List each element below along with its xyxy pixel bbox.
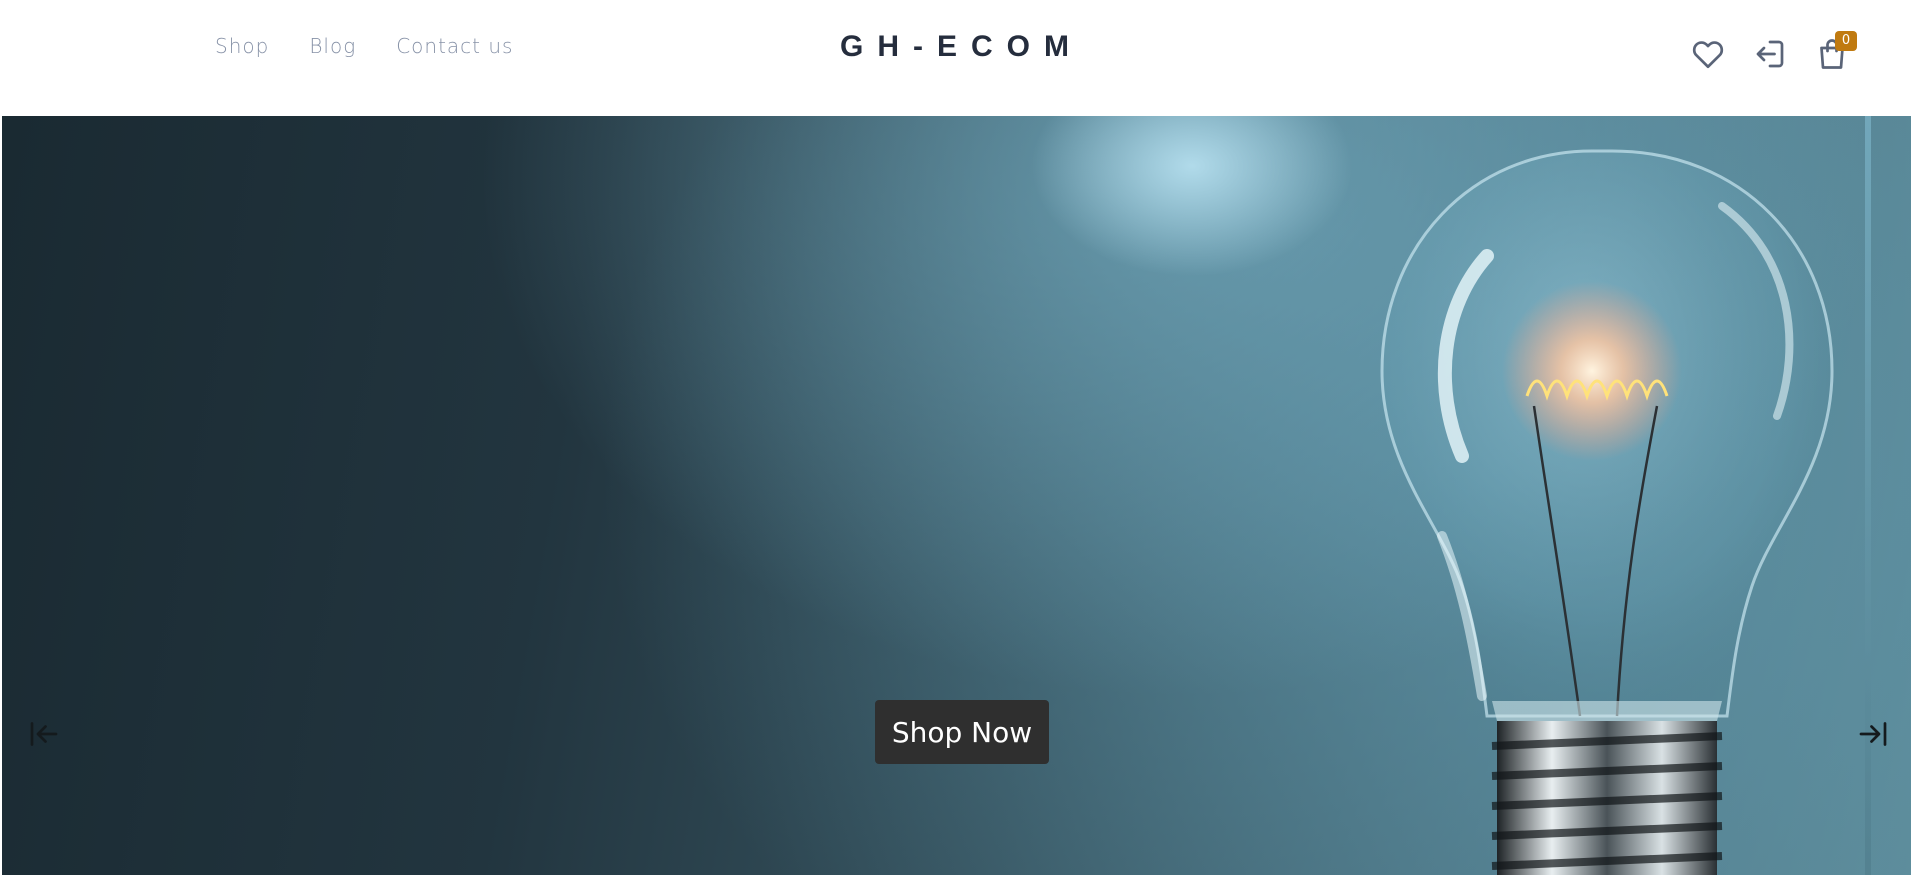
cart-count-badge: 0: [1835, 31, 1857, 51]
nav-link-contact[interactable]: Contact us: [396, 34, 513, 58]
site-header: Shop Blog Contact us GH-ECOM 0: [0, 0, 1911, 116]
login-button[interactable]: [1751, 34, 1789, 74]
main-nav: Shop Blog Contact us: [215, 34, 553, 58]
carousel-next-button[interactable]: [1855, 716, 1891, 752]
brand-logo[interactable]: GH-ECOM: [840, 30, 1083, 64]
light-bulb-image: [1380, 149, 1834, 875]
nav-link-shop[interactable]: Shop: [215, 34, 269, 58]
shop-now-button[interactable]: Shop Now: [875, 700, 1049, 764]
heart-icon: [1692, 41, 1724, 69]
arrow-left-to-line-icon: [30, 722, 58, 746]
arrow-right-to-line-icon: [1859, 722, 1887, 746]
hero-slider: Shop Now: [2, 116, 1911, 875]
wishlist-button[interactable]: [1689, 34, 1727, 74]
sign-in-icon: [1756, 40, 1784, 68]
header-actions: 0: [1689, 31, 1857, 74]
carousel-prev-button[interactable]: [26, 716, 62, 752]
cart-button[interactable]: 0: [1813, 31, 1857, 74]
nav-link-blog[interactable]: Blog: [309, 34, 356, 58]
